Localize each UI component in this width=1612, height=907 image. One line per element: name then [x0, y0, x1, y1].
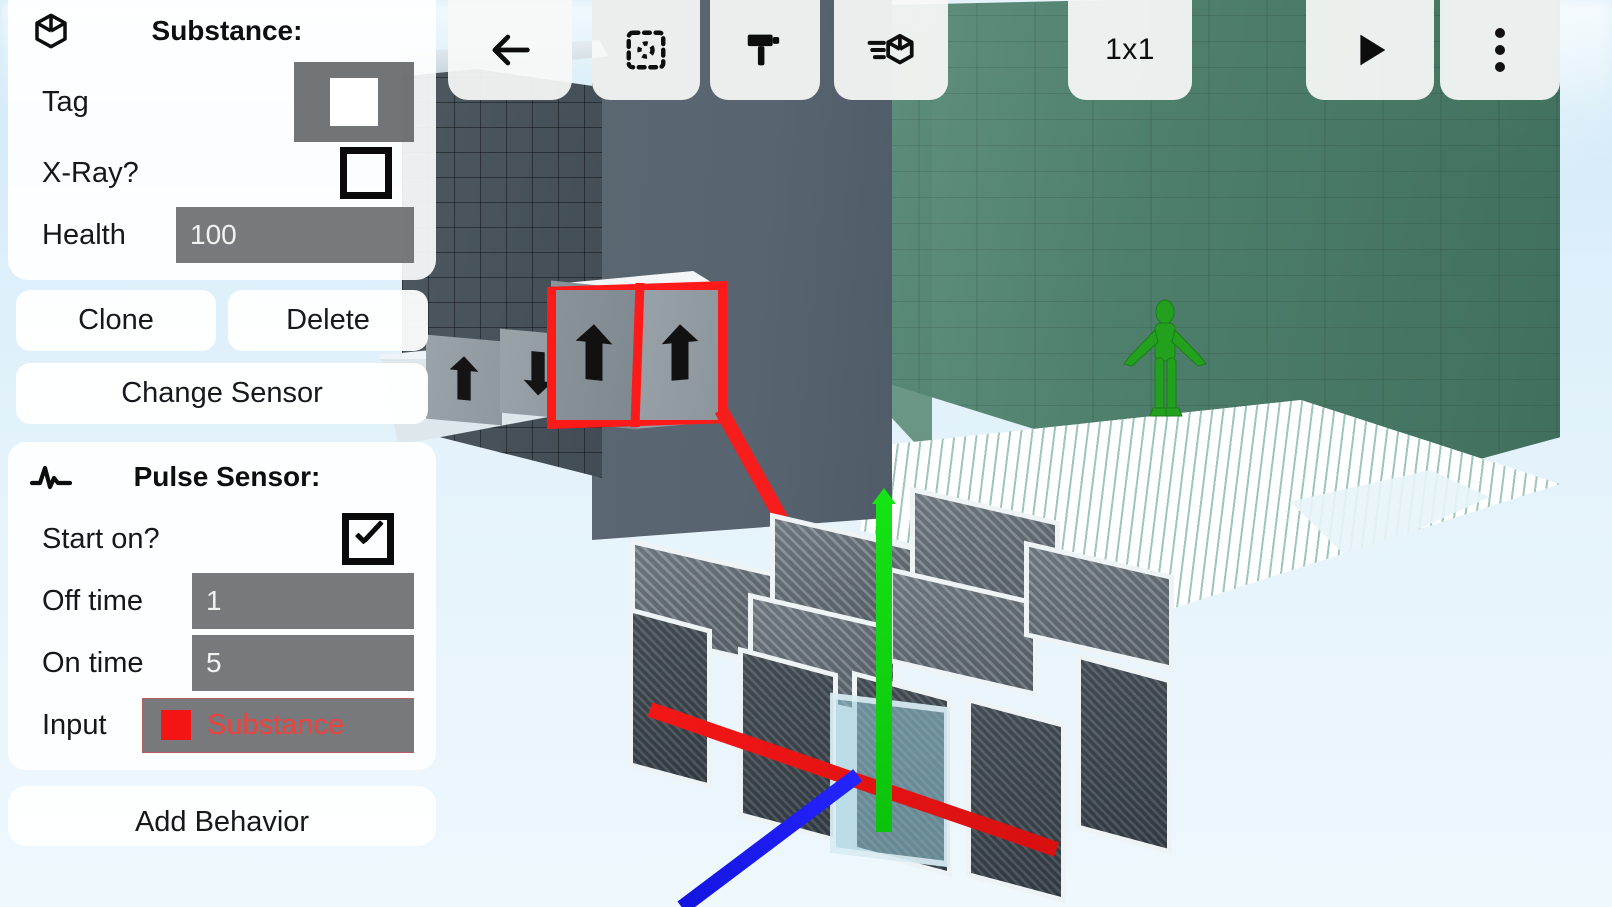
select-tool-button[interactable] [592, 0, 700, 100]
tag-label: Tag [42, 85, 89, 118]
clone-button[interactable]: Clone [16, 290, 216, 351]
stone-block-front[interactable] [628, 606, 712, 790]
tag-row: Tag [8, 62, 436, 142]
start-on-checkbox[interactable] [342, 513, 394, 565]
back-button[interactable] [448, 0, 572, 100]
cube-icon [30, 10, 72, 52]
change-sensor-button[interactable]: Change Sensor [16, 363, 428, 424]
health-row: Health 100 [8, 204, 436, 266]
off-time-row: Off time 1 [8, 570, 436, 632]
substance-actions: Clone Delete Change Sensor [8, 290, 436, 424]
on-time-label: On time [42, 646, 144, 679]
move-object-icon [867, 33, 914, 65]
paint-tool-button[interactable] [710, 0, 820, 100]
input-color-swatch [161, 710, 191, 740]
select-marquee-icon [626, 30, 666, 70]
checkmark-icon [351, 522, 385, 556]
input-row: Input Substance [8, 694, 436, 756]
xray-checkbox[interactable] [340, 147, 392, 199]
input-source-button[interactable]: Substance [142, 697, 414, 753]
off-time-label: Off time [42, 584, 143, 617]
paint-roller-icon [747, 34, 780, 66]
pulse-sensor-card: Pulse Sensor: Start on? Off time 1 On ti… [8, 442, 436, 770]
substance-title: Substance: [151, 15, 303, 46]
substance-card-header: Substance: [8, 6, 436, 62]
input-source-label: Substance [207, 708, 345, 741]
app-root: ⬆ ⬇ ⬆ ⬆ 1x1 Substance: Tag X-Ray? Health… [0, 0, 1612, 907]
pulse-icon [30, 456, 72, 498]
arrow-up-block-neighbor[interactable]: ⬆ [426, 334, 502, 426]
arrow-left-icon [492, 34, 530, 66]
start-on-row: Start on? [8, 508, 436, 570]
play-icon [1360, 34, 1386, 66]
add-behavior-card: Add Behavior [8, 786, 436, 846]
stone-block-front[interactable] [966, 696, 1066, 904]
health-label: Health [42, 218, 126, 251]
stone-block-side[interactable] [1076, 653, 1172, 855]
selected-arrow-block[interactable]: ⬆ ⬆ [547, 271, 727, 430]
on-time-input[interactable]: 5 [192, 635, 414, 691]
arrow-up-icon: ⬆ [439, 343, 489, 417]
stone-block-cluster[interactable] [620, 470, 1190, 907]
xray-row: X-Ray? [8, 142, 436, 204]
overflow-menu-button[interactable] [1440, 0, 1560, 100]
stone-block-top[interactable] [1024, 540, 1174, 672]
add-behavior-button[interactable]: Add Behavior [8, 796, 436, 846]
health-input[interactable]: 100 [176, 207, 414, 263]
xray-label: X-Ray? [42, 156, 139, 189]
delete-button[interactable]: Delete [228, 290, 428, 351]
move-tool-button[interactable] [834, 0, 948, 100]
clone-delete-row: Clone Delete [8, 290, 436, 351]
tag-color-swatch [330, 78, 378, 126]
axis-y-gizmo[interactable] [872, 488, 896, 832]
tag-color-button[interactable] [294, 62, 414, 142]
off-time-input[interactable]: 1 [192, 573, 414, 629]
grid-size-button[interactable]: 1x1 [1068, 0, 1192, 100]
substance-card: Substance: Tag X-Ray? Health 100 [8, 0, 436, 280]
start-on-label: Start on? [42, 522, 160, 555]
on-time-row: On time 5 [8, 632, 436, 694]
properties-panel: Substance: Tag X-Ray? Health 100 Clone D… [8, 0, 436, 858]
play-button[interactable] [1306, 0, 1434, 100]
green-character [1123, 299, 1207, 417]
pulse-title: Pulse Sensor: [133, 461, 321, 492]
input-label: Input [42, 708, 107, 741]
pulse-card-header: Pulse Sensor: [8, 452, 436, 508]
more-vertical-icon [1495, 28, 1505, 72]
